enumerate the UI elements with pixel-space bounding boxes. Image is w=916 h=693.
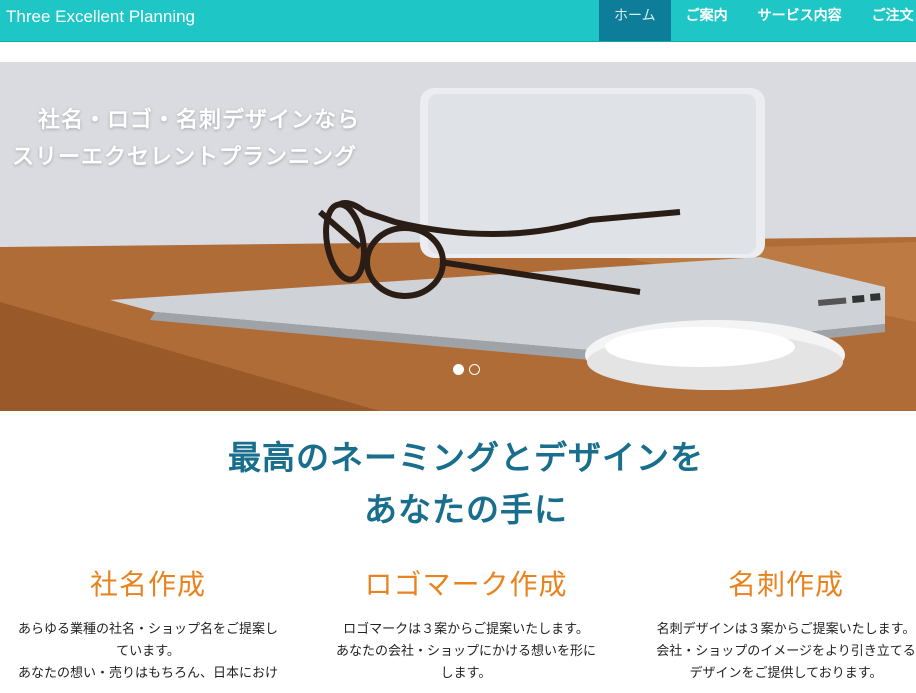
main-nav: ホーム ご案内 サービス内容 ご注文	[599, 0, 916, 41]
service-desc-line: あなたの想い・売りはもちろん、日本におけ	[17, 666, 278, 681]
nav-item-services[interactable]: サービス内容	[743, 0, 857, 41]
nav-item-guide[interactable]: ご案内	[671, 0, 743, 41]
headline-line1: 最高のネーミングとデザインを	[228, 438, 704, 477]
service-logo: ロゴマーク作成 ロゴマークは３案からご提案いたします。 あなたの会社・ショップに…	[316, 560, 616, 685]
nav-item-order[interactable]: ご注文	[857, 0, 916, 41]
service-desc-line: ています。	[116, 644, 180, 659]
navbar: Three Excellent Planning ホーム ご案内 サービス内容 …	[0, 0, 916, 42]
hero-caption-line1: 社名・ロゴ・名刺デザインなら	[38, 108, 361, 133]
hero-caption-line2: スリーエクセレントプランニング	[12, 145, 358, 170]
carousel-indicator-2[interactable]	[469, 364, 480, 375]
service-title: 名刺作成	[727, 568, 844, 601]
service-description: 名刺デザインは３案からご提案いたします。 会社・ショップのイメージをより引き立て…	[636, 619, 916, 685]
service-desc-line: ロゴマークは３案からご提案いたします。	[343, 622, 589, 637]
main-headline: 最高のネーミングとデザインを あなたの手に	[0, 432, 916, 536]
brand-link[interactable]: Three Excellent Planning	[6, 7, 195, 27]
headline-line2: あなたの手に	[364, 490, 568, 529]
service-title: 社名作成	[89, 568, 206, 601]
service-business-card: 名刺作成 名刺デザインは３案からご提案いたします。 会社・ショップのイメージをよ…	[636, 560, 916, 685]
hero-caption: 社名・ロゴ・名刺デザインなら スリーエクセレントプランニング	[12, 102, 360, 176]
carousel-indicators	[453, 364, 480, 375]
service-desc-line: します。	[440, 666, 492, 681]
service-title: ロゴマーク作成	[364, 568, 568, 601]
service-desc-line: あなたの会社・ショップにかける想いを形に	[335, 644, 596, 659]
carousel-indicator-1[interactable]	[453, 364, 464, 375]
service-desc-line: 会社・ショップのイメージをより引き立てる	[656, 644, 916, 659]
service-description: ロゴマークは３案からご提案いたします。 あなたの会社・ショップにかける想いを形に…	[316, 619, 616, 685]
hero-carousel[interactable]: 社名・ロゴ・名刺デザインなら スリーエクセレントプランニング	[0, 62, 916, 411]
nav-item-home[interactable]: ホーム	[599, 0, 671, 41]
service-desc-line: デザインをご提供しております。	[689, 666, 883, 681]
service-company-name: 社名作成 あらゆる業種の社名・ショップ名をご提案し ています。 あなたの想い・売…	[0, 560, 298, 685]
service-desc-line: 名刺デザインは３案からご提案いたします。	[656, 622, 916, 637]
service-desc-line: あらゆる業種の社名・ショップ名をご提案し	[17, 622, 278, 637]
service-description: あらゆる業種の社名・ショップ名をご提案し ています。 あなたの想い・売りはもちろ…	[0, 619, 298, 685]
